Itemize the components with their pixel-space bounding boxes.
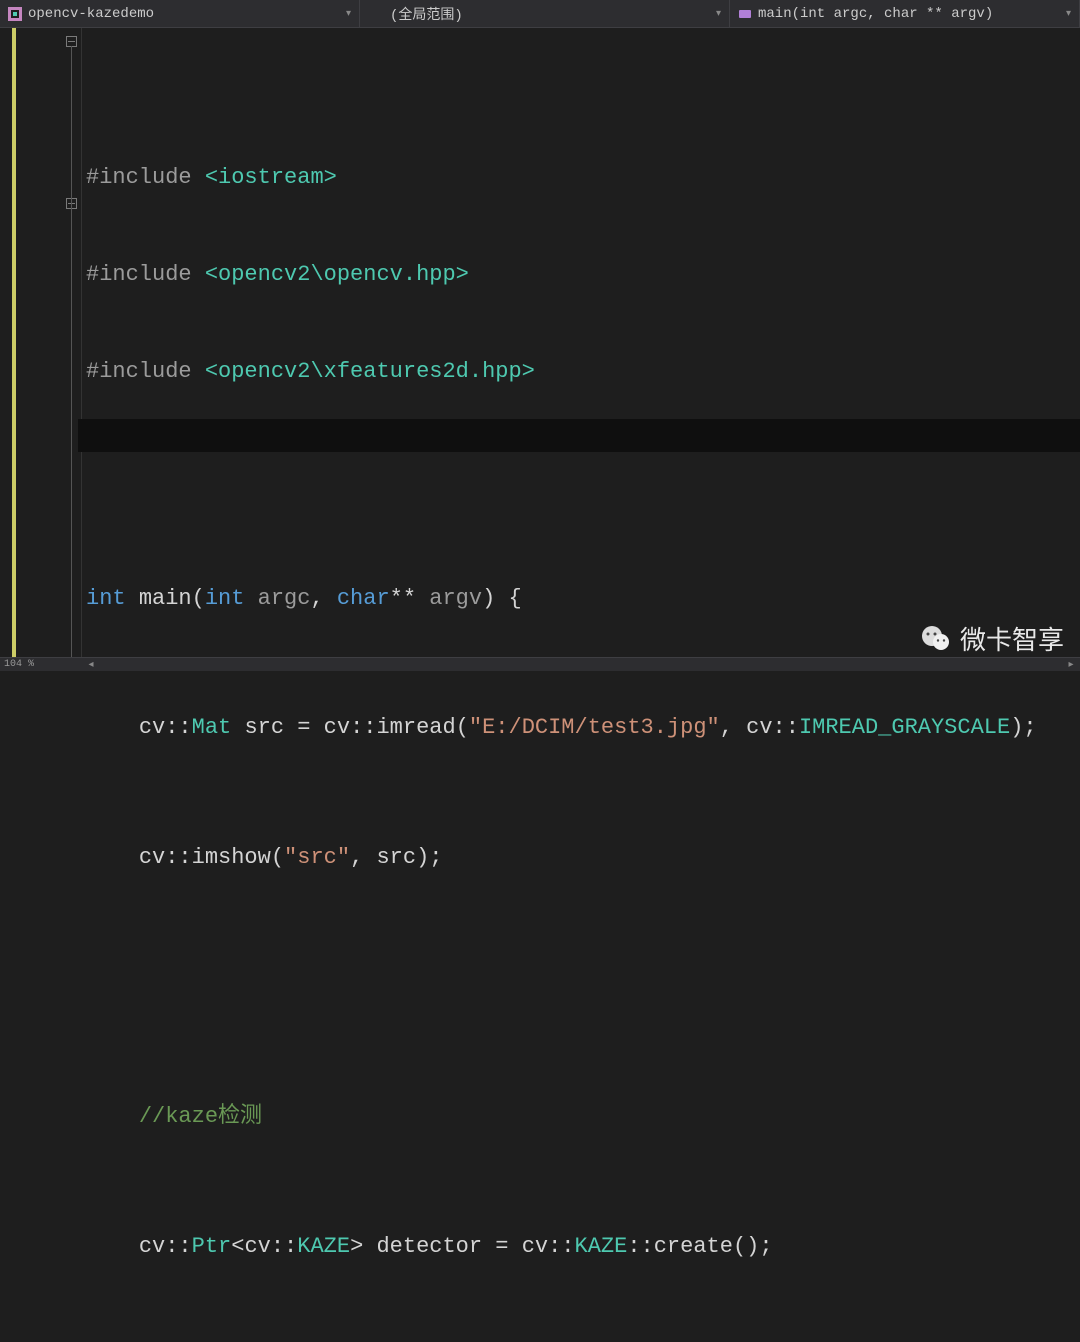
blank-line xyxy=(86,972,1080,1004)
blank-line xyxy=(86,453,1080,485)
watermark: 微卡智享 xyxy=(920,620,1064,657)
cpp-project-icon xyxy=(8,7,22,21)
code-line: //kaze检测 xyxy=(86,1101,1080,1133)
editor-gutter xyxy=(0,28,82,671)
fold-column xyxy=(64,28,82,671)
horizontal-scrollbar[interactable]: ◂ ▸ xyxy=(82,657,1080,671)
project-name: opencv-kazedemo xyxy=(28,6,154,22)
zoom-level[interactable]: 104 % xyxy=(0,657,82,671)
function-icon xyxy=(738,7,752,21)
chevron-down-icon: ▾ xyxy=(1066,8,1071,20)
modification-bar xyxy=(12,28,16,671)
code-line: cv::Mat src = cv::imread("E:/DCIM/test3.… xyxy=(86,712,1080,744)
chevron-down-icon: ▾ xyxy=(716,8,721,20)
watermark-text: 微卡智享 xyxy=(960,620,1064,657)
code-line: int main(int argc, char** argv) { xyxy=(86,583,1080,615)
scope-dropdown[interactable]: (全局范围) ▾ xyxy=(360,0,730,27)
code-line: cv::imshow("src", src); xyxy=(86,842,1080,874)
code-line: #include <iostream> xyxy=(86,162,1080,194)
context-breadcrumb-bar: opencv-kazedemo ▾ (全局范围) ▾ main(int argc… xyxy=(0,0,1080,28)
scroll-left-button[interactable]: ◂ xyxy=(82,658,100,672)
current-line-highlight xyxy=(78,419,1080,452)
function-dropdown[interactable]: main(int argc, char ** argv) ▾ xyxy=(730,0,1080,27)
project-dropdown[interactable]: opencv-kazedemo ▾ xyxy=(0,0,360,27)
function-signature: main(int argc, char ** argv) xyxy=(758,6,993,22)
chevron-down-icon: ▾ xyxy=(346,8,351,20)
code-content[interactable]: #include <iostream> #include <opencv2\op… xyxy=(82,28,1080,671)
code-line: #include <opencv2\opencv.hpp> xyxy=(86,259,1080,291)
wechat-icon xyxy=(920,623,952,655)
code-line: cv::Ptr<cv::KAZE> detector = cv::KAZE::c… xyxy=(86,1231,1080,1263)
code-editor[interactable]: #include <iostream> #include <opencv2\op… xyxy=(0,28,1080,671)
scroll-right-button[interactable]: ▸ xyxy=(1062,658,1080,672)
code-line: #include <opencv2\xfeatures2d.hpp> xyxy=(86,356,1080,388)
scope-label: (全局范围) xyxy=(390,4,463,24)
fold-guideline xyxy=(71,46,72,671)
